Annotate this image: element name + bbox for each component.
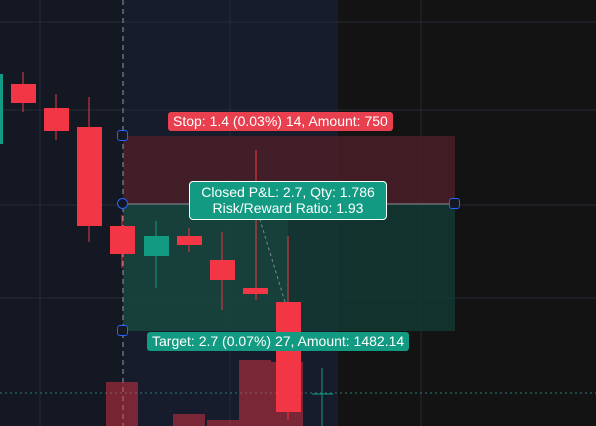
width-drag-handle-icon[interactable]: [449, 198, 460, 209]
candle: [144, 236, 169, 256]
candle: [177, 236, 202, 245]
closed-pnl-box[interactable]: Closed P&L: 2.7, Qty: 1.786 Risk/Reward …: [189, 181, 387, 220]
entry-drag-handle-icon[interactable]: [117, 198, 128, 209]
target-drag-handle-icon[interactable]: [117, 325, 128, 336]
candle: [110, 226, 135, 254]
candle: [77, 127, 102, 226]
candle: [243, 288, 268, 294]
candle: [210, 260, 235, 280]
risk-reward-text: Risk/Reward Ratio: 1.93: [212, 200, 364, 216]
realized-zone: [123, 204, 288, 331]
target-label[interactable]: Target: 2.7 (0.07%) 27, Amount: 1482.14: [147, 332, 410, 351]
closed-pnl-text: Closed P&L: 2.7, Qty: 1.786: [201, 184, 375, 200]
stop-label[interactable]: Stop: 1.4 (0.03%) 14, Amount: 750: [168, 112, 393, 131]
candle: [11, 84, 36, 103]
candle: [0, 74, 3, 144]
candle: [44, 108, 69, 131]
stop-drag-handle-icon[interactable]: [117, 130, 128, 141]
